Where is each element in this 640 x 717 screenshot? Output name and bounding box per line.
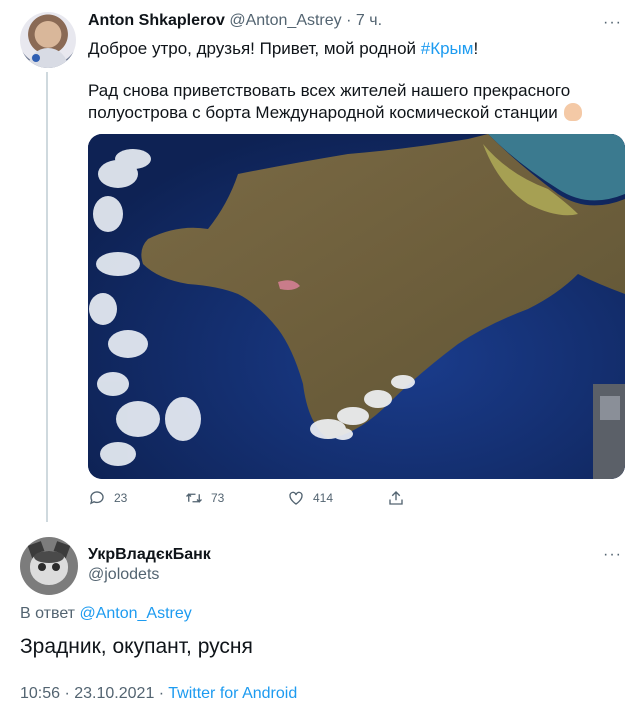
cat-eye-right [52, 563, 60, 571]
waving-hand-emoji-icon [563, 103, 582, 121]
retweet-count: 73 [211, 491, 225, 505]
reply-meta: 10:56 · 23.10.2021 · Twitter for Android [20, 685, 297, 703]
like-icon [289, 491, 303, 505]
like-action[interactable]: 414 [287, 488, 333, 508]
author-name[interactable]: Anton Shkaplerov [88, 12, 225, 29]
tweet-text-line1: Доброе утро, друзья! Привет, мой родной … [88, 38, 478, 60]
like-count: 414 [313, 491, 334, 505]
reply-icon [89, 491, 104, 505]
tweet-reply: УкрВладєкБанк @jolodets ··· В ответ @Ant… [0, 525, 640, 717]
retweet-icon [186, 493, 202, 503]
tweet-text-prefix: Доброе утро, друзья! Привет, мой родной [88, 39, 421, 58]
replying-to-label: В ответ [20, 605, 76, 622]
cat-eye-left [38, 563, 46, 571]
retweet-action[interactable]: 73 [185, 488, 224, 508]
share-icon [389, 491, 403, 505]
share-action[interactable] [387, 488, 413, 508]
tweet-time[interactable]: 7 ч. [356, 12, 382, 29]
tweet-header: Anton Shkaplerov @Anton_Astrey · 7 ч. [88, 12, 382, 30]
reply-timestamp[interactable]: 10:56 · 23.10.2021 · [20, 685, 168, 702]
hashtag-link[interactable]: #Крым [421, 39, 474, 58]
replying-to: В ответ @Anton_Astrey [20, 605, 192, 623]
author-handle[interactable]: @Anton_Astrey [229, 12, 341, 29]
more-options-icon[interactable]: ··· [603, 14, 622, 32]
thread-connector-line [46, 72, 48, 522]
reply-author-avatar[interactable] [20, 537, 78, 595]
reply-author-handle[interactable]: @jolodets [88, 566, 159, 584]
tweet-photo[interactable] [88, 134, 625, 479]
reply-count: 23 [114, 491, 128, 505]
replying-to-mention[interactable]: @Anton_Astrey [79, 605, 191, 622]
reply-author-name[interactable]: УкрВладєкБанк [88, 546, 211, 564]
reply-source-link[interactable]: Twitter for Android [168, 685, 297, 702]
author-avatar[interactable] [20, 12, 76, 68]
tweet-text-suffix: ! [473, 39, 479, 58]
reply-more-options-icon[interactable]: ··· [603, 546, 622, 564]
tweet-original: Anton Shkaplerov @Anton_Astrey · 7 ч. ··… [0, 0, 640, 525]
reply-text: Зрадник, окупант, русня [20, 635, 253, 658]
tweet-text-line2: Рад снова приветствовать всех жителей на… [88, 81, 571, 100]
reply-action[interactable]: 23 [88, 488, 127, 508]
tweet-text-line3: полуострова с борта Международной космич… [88, 102, 582, 124]
cat-mask [34, 551, 64, 563]
tweet-text-line3-text: полуострова с борта Международной космич… [88, 103, 558, 122]
crimea-satellite-image [88, 134, 625, 479]
avatar-patch [32, 54, 40, 62]
separator-dot: · [346, 12, 352, 29]
